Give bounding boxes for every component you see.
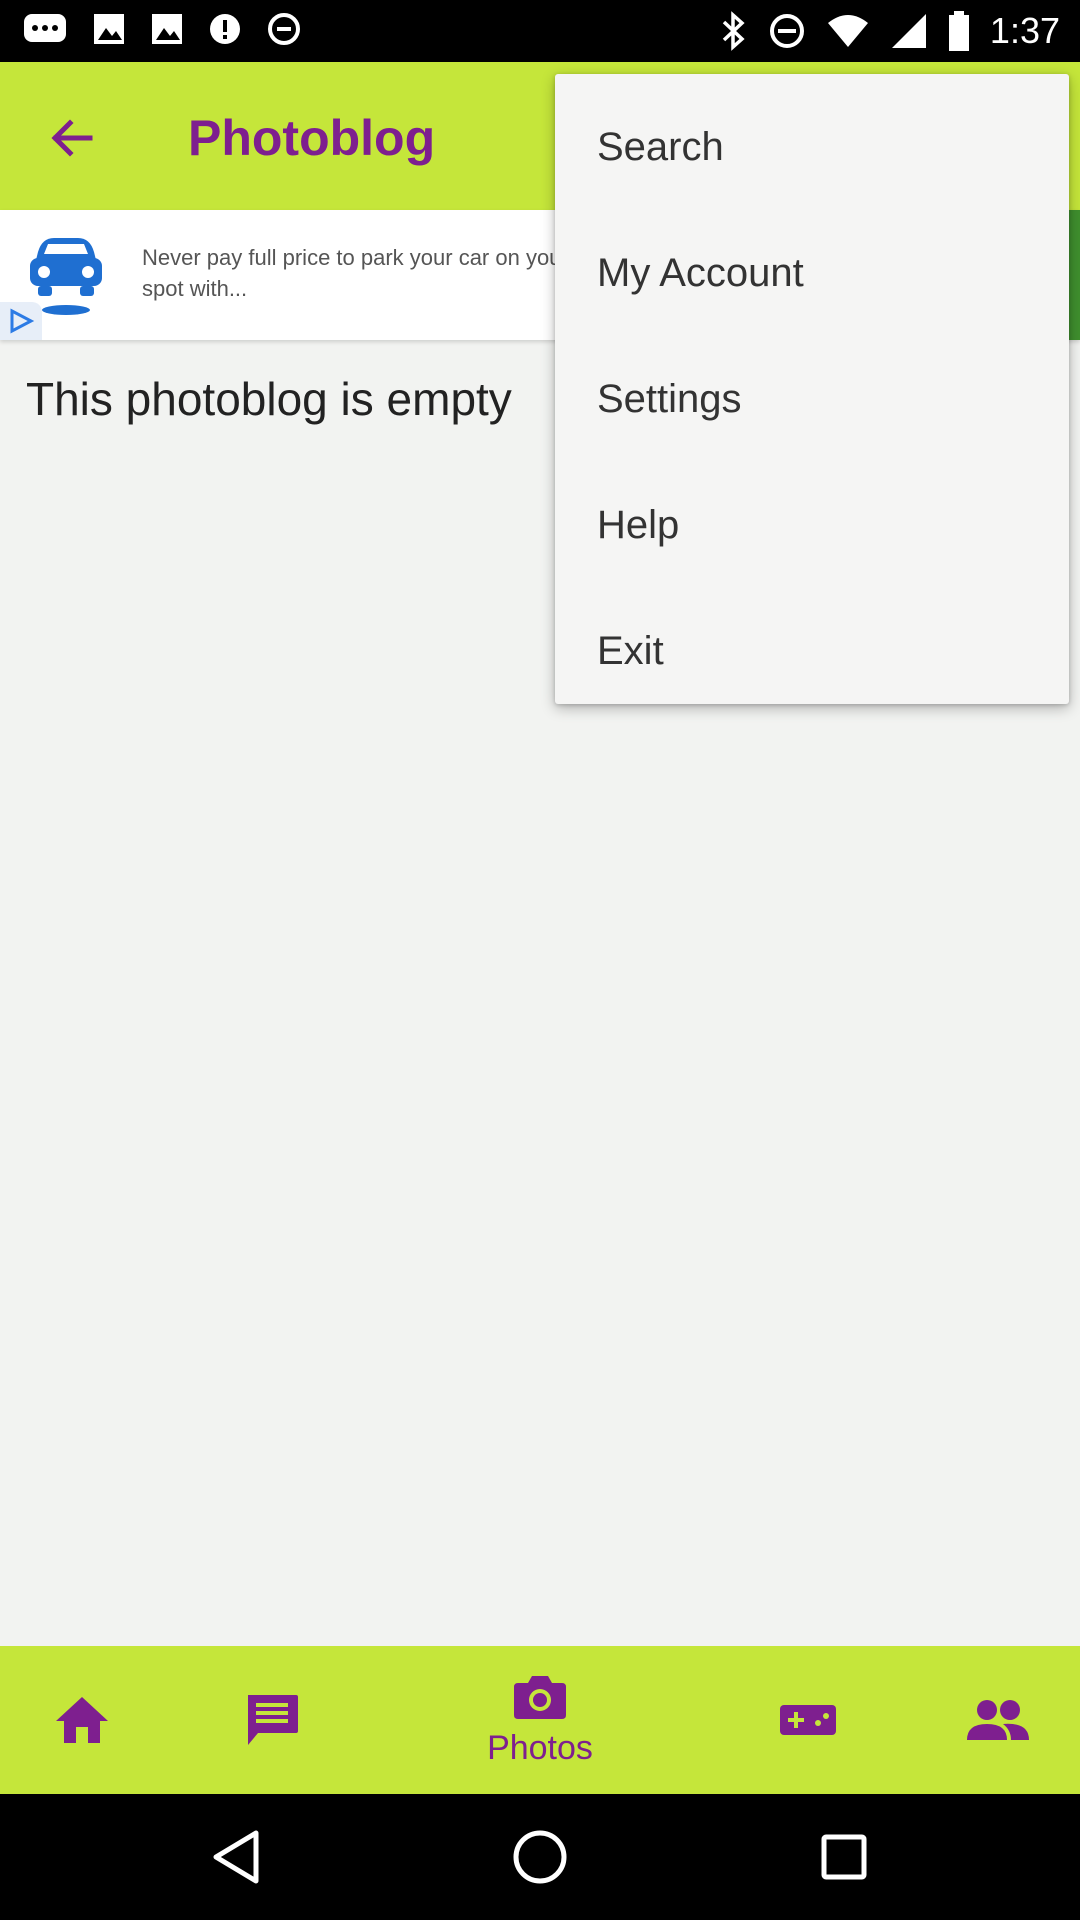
square-recents-icon xyxy=(821,1834,867,1880)
system-home-button[interactable] xyxy=(508,1825,572,1889)
dnd-icon xyxy=(769,14,804,48)
bottom-nav: Photos xyxy=(0,1646,1080,1794)
circle-home-icon xyxy=(513,1830,567,1884)
photo-icon xyxy=(94,14,124,44)
wifi-icon xyxy=(827,15,868,47)
status-right-icons: 1:37 xyxy=(720,8,1060,54)
ad-choices-icon[interactable] xyxy=(0,302,42,340)
menu-item-settings[interactable]: Settings xyxy=(555,336,1069,462)
nav-people[interactable] xyxy=(946,1646,1050,1794)
photo-icon xyxy=(152,14,182,44)
arrow-back-icon xyxy=(51,119,93,157)
empty-message: This photoblog is empty xyxy=(26,373,512,425)
nav-photos[interactable]: Photos xyxy=(460,1646,620,1794)
people-icon xyxy=(967,1700,1029,1740)
battery-icon xyxy=(948,11,969,51)
nav-home[interactable] xyxy=(30,1646,134,1794)
camera-icon xyxy=(514,1675,566,1719)
status-left-icons xyxy=(22,10,302,48)
triangle-back-icon xyxy=(213,1830,259,1884)
bluetooth-icon xyxy=(722,11,745,51)
system-back-button[interactable] xyxy=(204,1825,268,1889)
alert-icon xyxy=(210,14,240,44)
nav-messages[interactable] xyxy=(220,1646,324,1794)
back-button[interactable] xyxy=(40,106,104,170)
home-icon xyxy=(56,1697,108,1743)
chat-icon xyxy=(24,14,66,42)
status-bar: 1:37 xyxy=(0,0,1080,62)
game-icon xyxy=(780,1705,836,1735)
menu-item-help[interactable]: Help xyxy=(555,462,1069,588)
signal-icon xyxy=(891,14,926,48)
overflow-menu: Search My Account Settings Help Exit xyxy=(555,74,1069,704)
nav-games[interactable] xyxy=(756,1646,860,1794)
nav-photos-label: Photos xyxy=(487,1728,593,1767)
status-time: 1:37 xyxy=(989,10,1060,51)
menu-item-my-account[interactable]: My Account xyxy=(555,210,1069,336)
system-recents-button[interactable] xyxy=(812,1825,876,1889)
menu-item-search[interactable]: Search xyxy=(555,84,1069,210)
message-icon xyxy=(248,1695,298,1745)
page-title: Photoblog xyxy=(188,110,436,166)
block-icon xyxy=(268,13,300,45)
menu-item-exit[interactable]: Exit xyxy=(555,588,1069,714)
system-nav-bar xyxy=(0,1794,1080,1920)
